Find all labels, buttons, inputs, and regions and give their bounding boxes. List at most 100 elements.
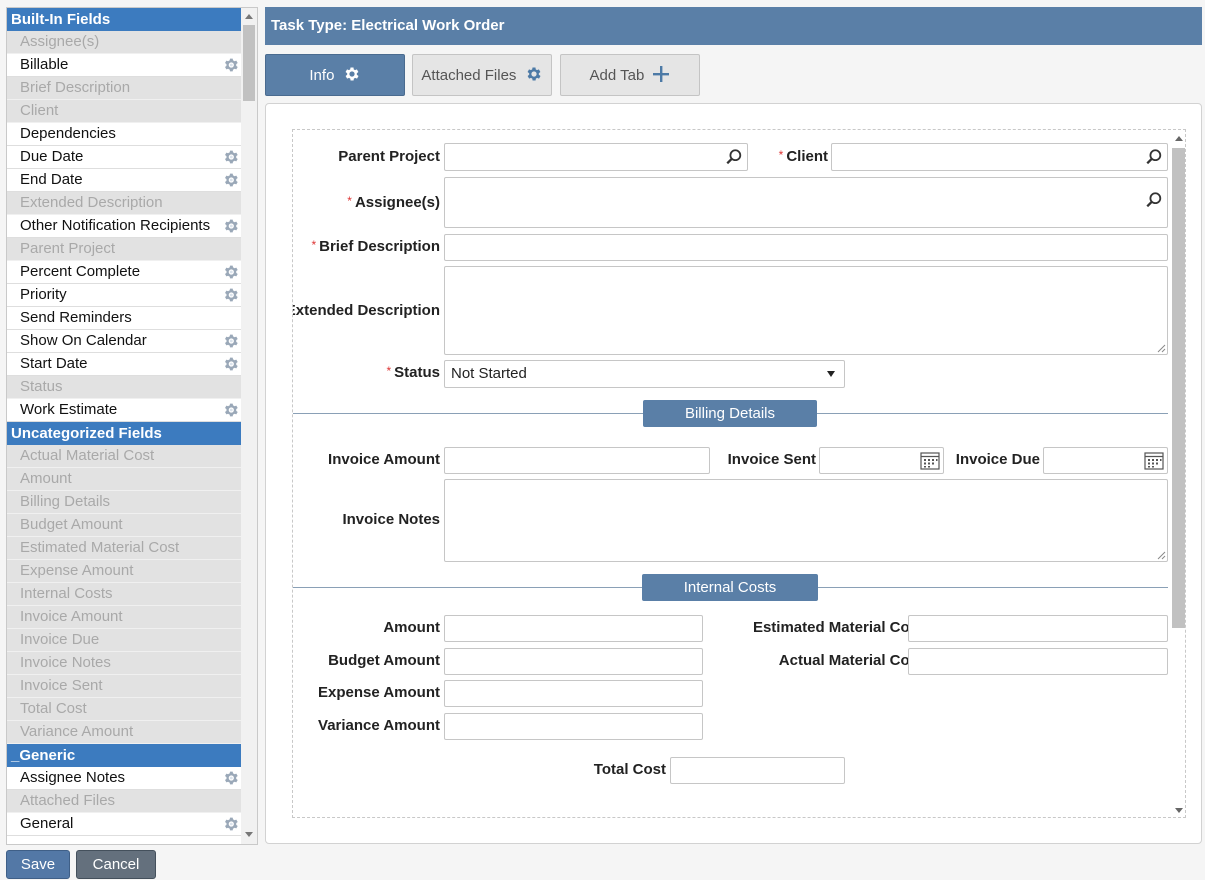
field-list-item[interactable]: General	[7, 813, 241, 836]
field-list-item[interactable]: Invoice Amount	[7, 606, 241, 629]
invoice-amount-input[interactable]	[444, 447, 710, 474]
gear-icon[interactable]	[223, 57, 239, 73]
gear-icon[interactable]	[223, 218, 239, 234]
gear-icon[interactable]	[343, 65, 361, 83]
calendar-icon[interactable]	[1144, 452, 1164, 470]
field-list-item[interactable]: Work Estimate	[7, 399, 241, 422]
expense-amount-label: Expense Amount	[318, 684, 440, 701]
field-list-item[interactable]: Parent Project	[7, 238, 241, 261]
calendar-icon[interactable]	[920, 452, 940, 470]
invoice-amount-label: Invoice Amount	[328, 451, 440, 468]
gear-icon[interactable]	[223, 149, 239, 165]
tab-info[interactable]: Info	[265, 54, 405, 96]
client-input[interactable]	[831, 143, 1168, 171]
scroll-down-arrow-icon[interactable]	[245, 832, 253, 837]
field-list-item-label: Parent Project	[20, 240, 116, 257]
amount-label: Amount	[383, 619, 440, 636]
field-list-item[interactable]: Priority	[7, 284, 241, 307]
resize-handle-icon[interactable]	[1157, 344, 1166, 353]
field-list-item-label: Invoice Sent	[20, 677, 103, 694]
tab-attached-files[interactable]: Attached Files	[412, 54, 552, 96]
field-list-item[interactable]: Expense Amount	[7, 560, 241, 583]
gear-icon[interactable]	[223, 287, 239, 303]
field-group-header: Built-In Fields	[7, 8, 241, 31]
parent-project-input[interactable]	[444, 143, 748, 171]
expense-amount-input[interactable]	[444, 680, 703, 707]
field-list-item[interactable]: Budget Amount	[7, 514, 241, 537]
gear-icon[interactable]	[223, 770, 239, 786]
field-list-item[interactable]: Send Reminders	[7, 307, 241, 330]
field-list-item-label: Assignee(s)	[20, 33, 100, 50]
invoice-due-input[interactable]	[1043, 447, 1168, 474]
budget-amount-label: Budget Amount	[328, 652, 440, 669]
field-list-item-label: Amount	[20, 470, 72, 487]
field-list-item-label: Start Date	[20, 355, 88, 372]
invoice-sent-input[interactable]	[819, 447, 944, 474]
search-icon[interactable]	[1145, 191, 1163, 209]
field-list-item[interactable]: Invoice Due	[7, 629, 241, 652]
field-list-item[interactable]: Show On Calendar	[7, 330, 241, 353]
variance-amount-input[interactable]	[444, 713, 703, 740]
field-list-item[interactable]: Variance Amount	[7, 721, 241, 744]
gear-icon[interactable]	[525, 65, 543, 83]
parent-project-label: Parent Project	[338, 148, 440, 165]
total-cost-input[interactable]	[670, 757, 845, 784]
save-button[interactable]: Save	[6, 850, 70, 879]
gear-icon[interactable]	[223, 402, 239, 418]
gear-icon[interactable]	[223, 172, 239, 188]
cancel-button[interactable]: Cancel	[76, 850, 156, 879]
invoice-notes-textarea[interactable]	[444, 479, 1168, 562]
gear-icon[interactable]	[223, 816, 239, 832]
field-list-item[interactable]: Due Date	[7, 146, 241, 169]
field-list-item[interactable]: Total Cost	[7, 698, 241, 721]
resize-handle-icon[interactable]	[1157, 551, 1166, 560]
search-icon[interactable]	[725, 148, 743, 166]
field-list-item[interactable]: Billing Details	[7, 491, 241, 514]
gear-icon[interactable]	[223, 333, 239, 349]
brief-description-input[interactable]	[444, 234, 1168, 261]
field-list-item[interactable]: Percent Complete	[7, 261, 241, 284]
field-list-item-label: Total Cost	[20, 700, 87, 717]
scroll-up-arrow-icon[interactable]	[1175, 136, 1183, 141]
field-list-item[interactable]: Other Notification Recipients	[7, 215, 241, 238]
total-cost-label: Total Cost	[593, 761, 666, 778]
field-list-item[interactable]: Billable	[7, 54, 241, 77]
field-list-item-label: Status	[20, 378, 63, 395]
gear-icon[interactable]	[223, 264, 239, 280]
gear-icon[interactable]	[223, 356, 239, 372]
billing-details-header: Billing Details	[643, 400, 817, 427]
field-list-item[interactable]: Assignee Notes	[7, 767, 241, 790]
field-list-item[interactable]: Internal Costs	[7, 583, 241, 606]
field-list-item[interactable]: Invoice Notes	[7, 652, 241, 675]
extended-description-textarea[interactable]	[444, 266, 1168, 355]
field-list-item[interactable]: Invoice Sent	[7, 675, 241, 698]
scrollbar-thumb[interactable]	[1172, 148, 1185, 628]
field-list-item[interactable]: Assignee(s)	[7, 31, 241, 54]
field-list-item[interactable]: Estimated Material Cost	[7, 537, 241, 560]
scroll-up-arrow-icon[interactable]	[245, 14, 253, 19]
search-icon[interactable]	[1145, 148, 1163, 166]
estimated-material-cost-input[interactable]	[908, 615, 1168, 642]
field-list-item-label: End Date	[20, 171, 83, 188]
add-tab-button[interactable]: Add Tab	[560, 54, 700, 96]
field-list-item[interactable]: Start Date	[7, 353, 241, 376]
actual-material-cost-input[interactable]	[908, 648, 1168, 675]
field-list-scrollbar[interactable]	[241, 8, 257, 844]
status-select[interactable]: Not Started	[444, 360, 845, 388]
field-list-item[interactable]: Dependencies	[7, 123, 241, 146]
field-list-item[interactable]: Amount	[7, 468, 241, 491]
form-scrollbar[interactable]	[1170, 130, 1185, 817]
field-list-item[interactable]: Status	[7, 376, 241, 399]
field-list-item-label: Percent Complete	[20, 263, 141, 280]
field-list-item[interactable]: Client	[7, 100, 241, 123]
assignees-input[interactable]	[444, 177, 1168, 228]
field-list-item[interactable]: Extended Description	[7, 192, 241, 215]
amount-input[interactable]	[444, 615, 703, 642]
scrollbar-thumb[interactable]	[243, 25, 255, 101]
field-list-item[interactable]: Brief Description	[7, 77, 241, 100]
budget-amount-input[interactable]	[444, 648, 703, 675]
field-list-item[interactable]: Attached Files	[7, 790, 241, 813]
field-list-item[interactable]: End Date	[7, 169, 241, 192]
scroll-down-arrow-icon[interactable]	[1175, 808, 1183, 813]
field-list-item[interactable]: Actual Material Cost	[7, 445, 241, 468]
